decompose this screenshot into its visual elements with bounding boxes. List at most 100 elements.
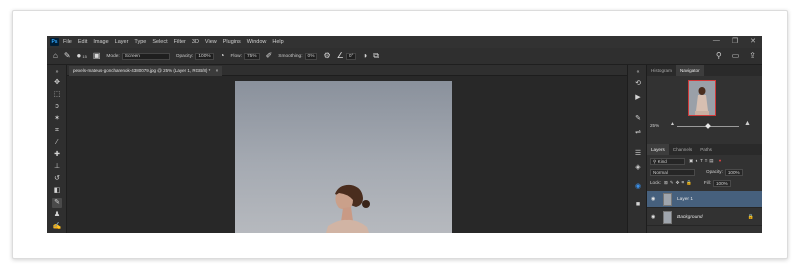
clone-stamp-tool-icon[interactable]: ⊥ — [52, 162, 62, 172]
menu-edit[interactable]: Edit — [78, 39, 87, 45]
brush-settings-icon[interactable]: ▣ — [93, 52, 101, 60]
menu-3d[interactable]: 3D — [192, 39, 199, 45]
document-image[interactable] — [235, 81, 452, 233]
opacity-control: Opacity: 100% — [175, 52, 214, 60]
zoom-slider[interactable] — [677, 123, 739, 129]
app-logo: Ps — [50, 38, 59, 46]
brush-tool-icon[interactable]: ✎ — [52, 198, 62, 208]
tab-channels[interactable]: Channels — [669, 144, 696, 155]
menu-filter[interactable]: Filter — [174, 39, 186, 45]
share-icon[interactable]: ⇪ — [749, 51, 756, 60]
history-brush-tool-icon[interactable]: ↺ — [52, 174, 62, 184]
healing-brush-tool-icon[interactable]: ✚ — [52, 150, 62, 160]
smoothing-input[interactable]: 0% — [304, 52, 318, 60]
filter-toggle-icon[interactable]: ● — [719, 157, 722, 165]
layer-filter-kind[interactable]: ⚲ Kind — [650, 157, 685, 165]
tab-navigator[interactable]: Navigator — [675, 65, 704, 76]
menu-plugins[interactable]: Plugins — [223, 39, 241, 45]
lock-icons[interactable]: ⊠✎✥⌗🔒 — [664, 179, 694, 187]
tab-paths[interactable]: Paths — [696, 144, 716, 155]
zoom-out-icon[interactable]: ▲ — [670, 121, 675, 127]
crop-tool-icon[interactable]: ⌗ — [52, 126, 62, 136]
menu-bar: Ps File Edit Image Layer Type Select Fil… — [47, 36, 762, 48]
menu-view[interactable]: View — [205, 39, 217, 45]
pressure-opacity-icon[interactable]: ◔ — [220, 52, 225, 60]
blend-row: Normal Opacity: 100% — [650, 168, 760, 176]
airbrush-icon[interactable]: ✐ — [266, 52, 273, 60]
swatches-panel-icon[interactable]: ■ — [632, 200, 644, 210]
zoom-slider-handle[interactable] — [705, 123, 711, 129]
fill-label: Fill: — [703, 180, 711, 185]
magic-wand-tool-icon[interactable]: ✶ — [52, 114, 62, 124]
menu-window[interactable]: Window — [247, 39, 267, 45]
menu-help[interactable]: Help — [272, 39, 283, 45]
woman-portrait-image — [326, 184, 370, 233]
close-button[interactable]: ✕ — [750, 37, 756, 45]
canvas-area[interactable] — [67, 76, 627, 233]
brush-tool-icon[interactable]: ✎ — [64, 52, 71, 60]
layer-opacity-input[interactable]: 100% — [724, 168, 743, 176]
color-panel-icon[interactable]: ◉ — [632, 182, 644, 192]
move-tool-icon[interactable]: ✥ — [52, 78, 62, 88]
lasso-tool-icon[interactable]: ↄ — [52, 102, 62, 112]
flow-control: Flow: 75% — [230, 52, 260, 60]
toolbar-collapse-icon[interactable]: » — [52, 67, 62, 77]
layer-name: Background — [677, 215, 703, 220]
pressure-size-icon[interactable]: ◑ — [362, 52, 367, 60]
angle-input[interactable]: 0° — [345, 52, 357, 60]
brush-preset-picker[interactable]: ● 15 — [77, 52, 87, 60]
filter-icons[interactable]: ▣◐T⌑▤ — [689, 157, 716, 165]
blend-mode-select[interactable]: Normal — [650, 168, 695, 176]
opacity-input[interactable]: 100% — [195, 52, 214, 60]
menu-layer[interactable]: Layer — [115, 39, 129, 45]
zoom-in-icon[interactable]: ▲ — [744, 120, 751, 127]
lock-icon: 🔒 — [747, 214, 754, 220]
menu-file[interactable]: File — [63, 39, 72, 45]
menu-type[interactable]: Type — [134, 39, 146, 45]
options-right-icons: ⚲ ▭ ⇪ — [716, 51, 756, 60]
home-icon[interactable]: ⌂ — [53, 52, 58, 60]
menu-select[interactable]: Select — [152, 39, 167, 45]
adjustments-panel-icon[interactable]: ⇌ — [632, 128, 644, 138]
mode-select[interactable]: Screen — [121, 52, 170, 60]
lock-row: Lock: ⊠✎✥⌗🔒 Fill: 100% — [650, 179, 760, 187]
actions-panel-icon[interactable]: ▶ — [632, 93, 644, 103]
stamp-tool-icon[interactable]: ♟ — [52, 210, 62, 220]
navigator-preview[interactable] — [688, 80, 716, 116]
eye-icon[interactable]: ◉ — [651, 191, 655, 208]
brush-settings-panel-icon[interactable]: ✎ — [632, 114, 644, 124]
navigator-thumbnail-image — [695, 87, 709, 115]
eye-icon[interactable]: ◉ — [651, 209, 655, 226]
collapse-strip-icon[interactable]: « — [632, 67, 644, 77]
history-tool-icon[interactable]: ✍ — [52, 222, 62, 232]
flow-input[interactable]: 75% — [243, 52, 260, 60]
close-tab-icon[interactable]: × — [216, 68, 219, 73]
layer-row-layer-1[interactable]: ◉ Layer 1 — [647, 191, 762, 208]
opacity-label: Opacity: — [175, 53, 194, 59]
symmetry-icon[interactable]: ⧉ — [373, 52, 379, 60]
history-panel-icon[interactable]: ⟲ — [632, 79, 644, 89]
search-icon[interactable]: ⚲ — [716, 51, 722, 60]
tools-panel: » ✥ ⬚ ↄ ✶ ⌗ ⁄ ✚ ⊥ ↺ ◧ ✎ ♟ ✍ — [47, 65, 67, 233]
window-controls: — ❐ ✕ — [713, 37, 756, 45]
fill-input[interactable]: 100% — [713, 179, 731, 187]
flow-label: Flow: — [230, 53, 242, 59]
3d-panel-icon[interactable]: ◈ — [632, 163, 644, 173]
marquee-tool-icon[interactable]: ⬚ — [52, 90, 62, 100]
layer-thumbnail — [663, 211, 672, 224]
menu-image[interactable]: Image — [93, 39, 108, 45]
document-tab[interactable]: pexels-mateus-goncharenok-4380079.jpg @ … — [69, 66, 223, 76]
options-bar: ⌂ ✎ ● 15 ▣ Mode: Screen Opacity: 100% ◔ … — [47, 48, 762, 65]
eraser-tool-icon[interactable]: ◧ — [52, 186, 62, 196]
minimize-button[interactable]: — — [713, 37, 720, 45]
smoothing-settings-icon[interactable]: ⚙ — [323, 52, 330, 60]
workspace-icon[interactable]: ▭ — [732, 51, 740, 60]
layer-row-background[interactable]: ◉ Background 🔒 — [647, 209, 762, 226]
tab-layers[interactable]: Layers — [647, 144, 669, 155]
navigator-zoom-value[interactable]: 25% — [650, 123, 659, 128]
eyedropper-tool-icon[interactable]: ⁄ — [52, 138, 62, 148]
tab-histogram[interactable]: Histogram — [647, 65, 676, 76]
properties-panel-icon[interactable]: ☰ — [632, 149, 644, 159]
restore-button[interactable]: ❐ — [732, 37, 738, 45]
navigator-tabs: Histogram Navigator — [647, 65, 762, 76]
